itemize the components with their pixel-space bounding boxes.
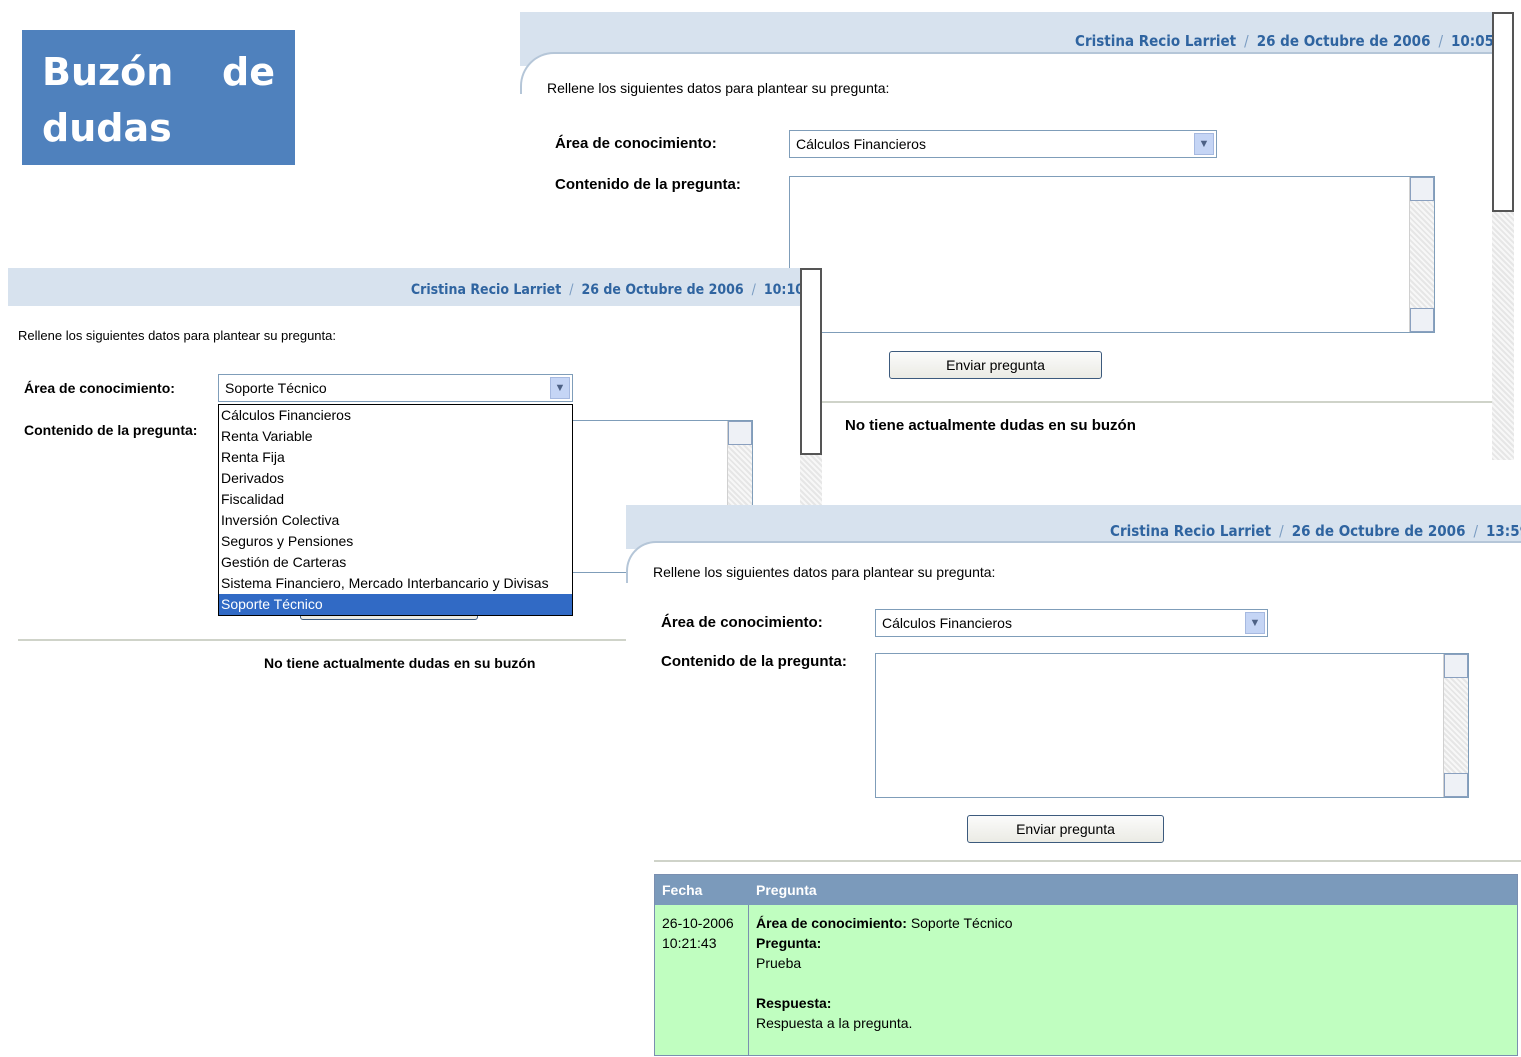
row-question: Prueba [756, 955, 802, 971]
row-question-label: Pregunta: [756, 935, 822, 951]
time: 13:59 [1486, 522, 1521, 540]
intro-text: Rellene los siguientes datos para plante… [653, 564, 996, 580]
area-select-value: Cálculos Financieros [796, 136, 926, 152]
table-row[interactable]: 26-10-2006 10:21:43 Área de conocimiento… [655, 905, 1517, 1055]
date: 26 de Octubre de 2006 [1256, 32, 1431, 50]
intro-text: Rellene los siguientes datos para plante… [547, 80, 890, 96]
questions-table: Fecha Pregunta 26-10-2006 10:21:43 Área … [654, 874, 1518, 1056]
time: 10:05 [1451, 32, 1492, 50]
status-message: No tiene actualmente dudas en su buzón [264, 655, 536, 671]
column-header-pregunta: Pregunta [756, 882, 817, 898]
title-word-de: de [222, 50, 275, 94]
area-label: Área de conocimiento: [24, 380, 175, 396]
row-area-value: Soporte Técnico [910, 915, 1013, 931]
user-name[interactable]: Cristina Recio Larriet [1075, 32, 1236, 50]
user-info: Cristina Recio Larriet/26 de Octubre de … [411, 282, 800, 298]
row-question-cell: Área de conocimiento: Soporte Técnico Pr… [749, 905, 1517, 1055]
user-name[interactable]: Cristina Recio Larriet [411, 282, 561, 298]
row-date: 26-10-2006 [662, 915, 734, 931]
content-label: Contenido de la pregunta: [555, 176, 741, 193]
content-label: Contenido de la pregunta: [24, 422, 198, 438]
divider [820, 401, 1492, 403]
chevron-down-icon[interactable]: ▼ [1194, 133, 1214, 155]
time: 10:10 [763, 282, 800, 298]
dropdown-option[interactable]: Renta Fija [219, 447, 572, 468]
dropdown-option[interactable]: Seguros y Pensiones [219, 531, 572, 552]
table-header: Fecha Pregunta [655, 875, 1517, 905]
area-select-value: Soporte Técnico [225, 380, 327, 396]
row-answer: Respuesta a la pregunta. [756, 1015, 913, 1031]
area-select[interactable]: Cálculos Financieros ▼ [875, 609, 1268, 637]
dropdown-option[interactable]: Cálculos Financieros [219, 405, 572, 426]
status-message: No tiene actualmente dudas en su buzón [845, 417, 1136, 434]
row-date-cell: 26-10-2006 10:21:43 [655, 905, 749, 1055]
user-info: Cristina Recio Larriet/26 de Octubre de … [1075, 32, 1492, 50]
user-name[interactable]: Cristina Recio Larriet [1110, 522, 1271, 540]
title-box: Buzón de dudas [22, 30, 295, 165]
chevron-down-icon[interactable]: ▼ [1245, 612, 1265, 634]
dropdown-option[interactable]: Renta Variable [219, 426, 572, 447]
dropdown-option-selected[interactable]: Soporte Técnico [219, 594, 572, 615]
dropdown-option[interactable]: Inversión Colectiva [219, 510, 572, 531]
area-select[interactable]: Soporte Técnico ▼ [218, 374, 573, 402]
dropdown-option[interactable]: Fiscalidad [219, 489, 572, 510]
submit-button[interactable]: Enviar pregunta [967, 815, 1164, 843]
window-middle-scrollbar[interactable] [800, 268, 822, 508]
area-select[interactable]: Cálculos Financieros ▼ [789, 130, 1217, 158]
question-textarea[interactable] [875, 653, 1469, 798]
row-answer-label: Respuesta: [756, 995, 832, 1011]
divider [654, 860, 1521, 862]
content-label: Contenido de la pregunta: [661, 653, 847, 670]
row-area: Área de conocimiento: Soporte Técnico [756, 913, 1517, 933]
title-word-buzon: Buzón [42, 50, 174, 94]
area-select-value: Cálculos Financieros [882, 615, 1012, 631]
question-textarea[interactable] [789, 176, 1435, 333]
intro-text: Rellene los siguientes datos para plante… [18, 328, 336, 343]
row-area-label: Área de conocimiento: [756, 915, 907, 931]
window-back-scrollbar[interactable] [1492, 12, 1514, 460]
date: 26 de Octubre de 2006 [581, 282, 744, 298]
area-label: Área de conocimiento: [555, 135, 717, 152]
row-time: 10:21:43 [662, 935, 717, 951]
dropdown-option[interactable]: Derivados [219, 468, 572, 489]
area-label: Área de conocimiento: [661, 614, 823, 631]
user-info: Cristina Recio Larriet/26 de Octubre de … [1110, 522, 1521, 540]
textarea-scrollbar[interactable] [1443, 654, 1468, 797]
area-dropdown-list[interactable]: Cálculos Financieros Renta Variable Rent… [218, 404, 573, 616]
submit-button[interactable]: Enviar pregunta [889, 351, 1102, 379]
title-word-dudas: dudas [42, 106, 172, 150]
column-header-fecha: Fecha [662, 882, 703, 898]
dropdown-option[interactable]: Gestión de Carteras [219, 552, 572, 573]
dropdown-option[interactable]: Sistema Financiero, Mercado Interbancari… [219, 573, 572, 594]
chevron-down-icon[interactable]: ▼ [550, 377, 570, 399]
textarea-scrollbar[interactable] [1409, 177, 1434, 332]
date: 26 de Octubre de 2006 [1291, 522, 1466, 540]
